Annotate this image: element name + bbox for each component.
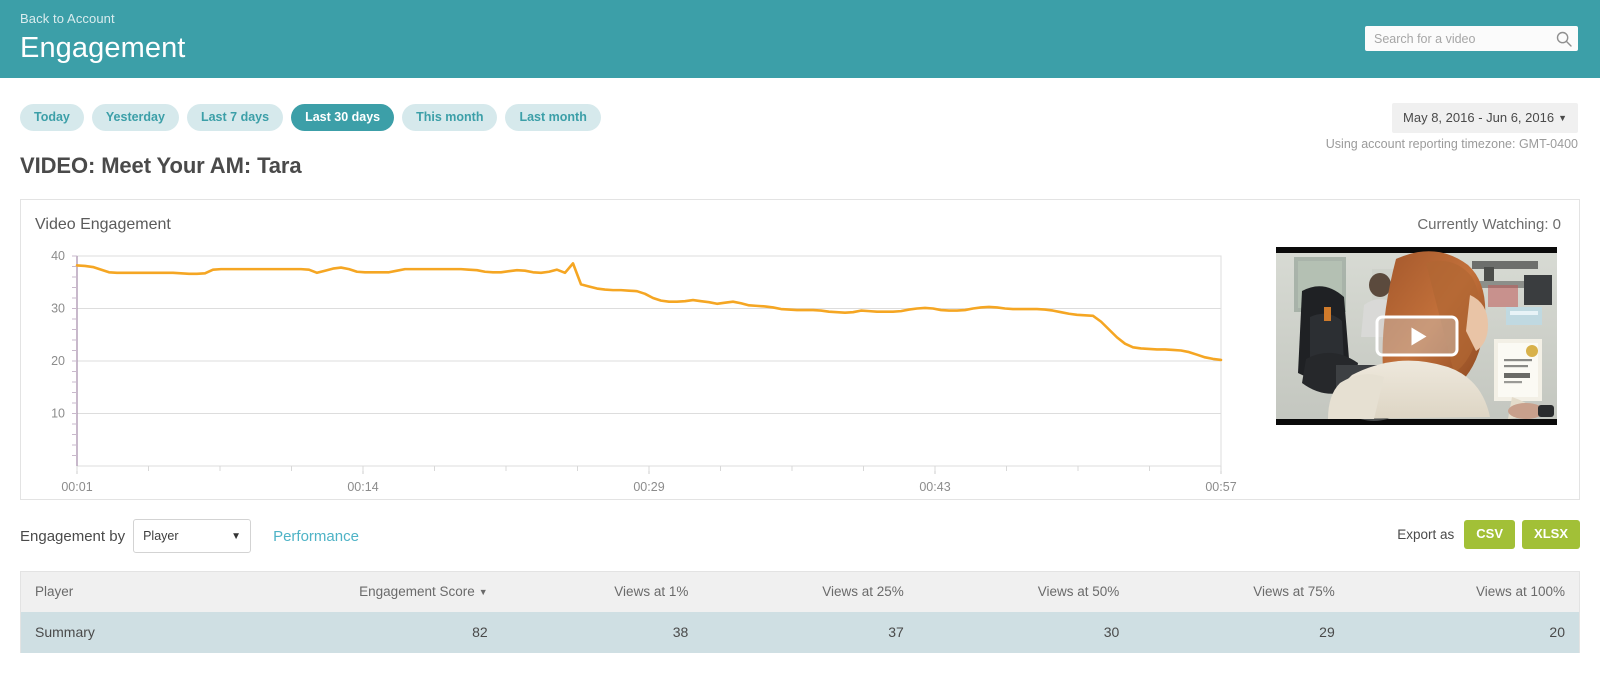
table-row: Summary 82 38 37 30 29 20 <box>21 612 1579 653</box>
pill-last-month[interactable]: Last month <box>505 104 601 131</box>
search-box[interactable] <box>1365 26 1578 51</box>
play-icon <box>1411 327 1426 345</box>
row-views-1: 38 <box>501 612 703 653</box>
play-button[interactable] <box>1375 315 1458 357</box>
engagement-by-select-value: Player <box>143 529 179 543</box>
svg-text:10: 10 <box>51 407 65 421</box>
performance-link[interactable]: Performance <box>273 528 359 545</box>
date-preset-pills: Today Yesterday Last 7 days Last 30 days… <box>20 104 1578 131</box>
export-as-label: Export as <box>1397 527 1455 542</box>
row-views-25: 37 <box>702 612 918 653</box>
svg-text:00:57: 00:57 <box>1205 480 1236 494</box>
table-header-row: Player Engagement Score ▼ Views at 1% Vie… <box>21 572 1579 612</box>
video-title: VIDEO: Meet Your AM: Tara <box>20 153 302 178</box>
timezone-note: Using account reporting timezone: GMT-04… <box>1325 137 1578 151</box>
column-header-views-25[interactable]: Views at 25% <box>702 572 918 612</box>
chevron-down-icon: ▼ <box>1558 113 1567 123</box>
row-views-100: 20 <box>1348 612 1579 653</box>
search-icon[interactable] <box>1556 31 1572 47</box>
chart-svg: 40 30 20 10 00:01 00:14 00:29 00:43 00:57 <box>51 249 1237 494</box>
row-views-50: 30 <box>917 612 1134 653</box>
chart-title: Video Engagement <box>35 216 171 233</box>
column-header-views-1[interactable]: Views at 1% <box>501 572 703 612</box>
app-header: Back to Account Engagement <box>0 0 1600 78</box>
svg-text:00:01: 00:01 <box>61 480 92 494</box>
engagement-by-label: Engagement by <box>20 527 126 545</box>
svg-text:20: 20 <box>51 354 65 368</box>
export-xlsx-button[interactable]: XLSX <box>1522 520 1580 549</box>
svg-text:40: 40 <box>51 249 65 263</box>
row-label: Summary <box>21 612 194 653</box>
engagement-table: Player Engagement Score ▼ Views at 1% Vie… <box>20 571 1580 653</box>
export-controls: Export as CSV XLSX <box>1397 520 1580 549</box>
page-title: Engagement <box>20 32 186 64</box>
column-header-views-100[interactable]: Views at 100% <box>1348 572 1579 612</box>
chart-card-header: Video Engagement Currently Watching: 0 <box>21 200 1579 234</box>
pill-last-7-days[interactable]: Last 7 days <box>186 104 284 131</box>
pill-this-month[interactable]: This month <box>402 104 498 131</box>
column-header-views-75[interactable]: Views at 75% <box>1133 572 1349 612</box>
column-header-engagement-score[interactable]: Engagement Score ▼ <box>193 572 502 612</box>
pill-yesterday[interactable]: Yesterday <box>91 104 179 131</box>
svg-text:30: 30 <box>51 302 65 316</box>
column-header-player[interactable]: Player <box>21 572 194 612</box>
row-engagement-score: 82 <box>193 612 502 653</box>
table-controls: Engagement by Player ▼ Performance Expor… <box>20 518 1580 554</box>
svg-text:00:29: 00:29 <box>633 480 664 494</box>
pill-last-30-days[interactable]: Last 30 days <box>291 104 395 131</box>
column-header-engagement-score-label: Engagement Score <box>359 584 475 599</box>
search-input[interactable] <box>1374 31 1556 46</box>
svg-text:00:43: 00:43 <box>919 480 950 494</box>
engagement-chart-card: Video Engagement Currently Watching: 0 4… <box>20 199 1580 500</box>
sort-caret-icon: ▼ <box>478 587 488 597</box>
export-csv-button[interactable]: CSV <box>1464 520 1516 549</box>
date-range-label: May 8, 2016 - Jun 6, 2016 <box>1403 110 1555 125</box>
engagement-by-select[interactable]: Player ▼ <box>133 519 252 553</box>
svg-text:00:14: 00:14 <box>347 480 378 494</box>
filter-row: Today Yesterday Last 7 days Last 30 days… <box>0 103 1600 151</box>
currently-watching-label: Currently Watching: 0 <box>1417 216 1561 233</box>
engagement-line-chart: 40 30 20 10 00:01 00:14 00:29 00:43 00:57 <box>21 245 1266 495</box>
row-views-75: 29 <box>1133 612 1349 653</box>
pill-today[interactable]: Today <box>20 104 84 131</box>
video-thumbnail[interactable] <box>1276 247 1557 425</box>
column-header-views-50[interactable]: Views at 50% <box>917 572 1134 612</box>
chevron-down-icon: ▼ <box>231 530 242 542</box>
back-to-account-link[interactable]: Back to Account <box>20 10 115 28</box>
date-range-selector[interactable]: May 8, 2016 - Jun 6, 2016 ▼ <box>1392 103 1578 133</box>
